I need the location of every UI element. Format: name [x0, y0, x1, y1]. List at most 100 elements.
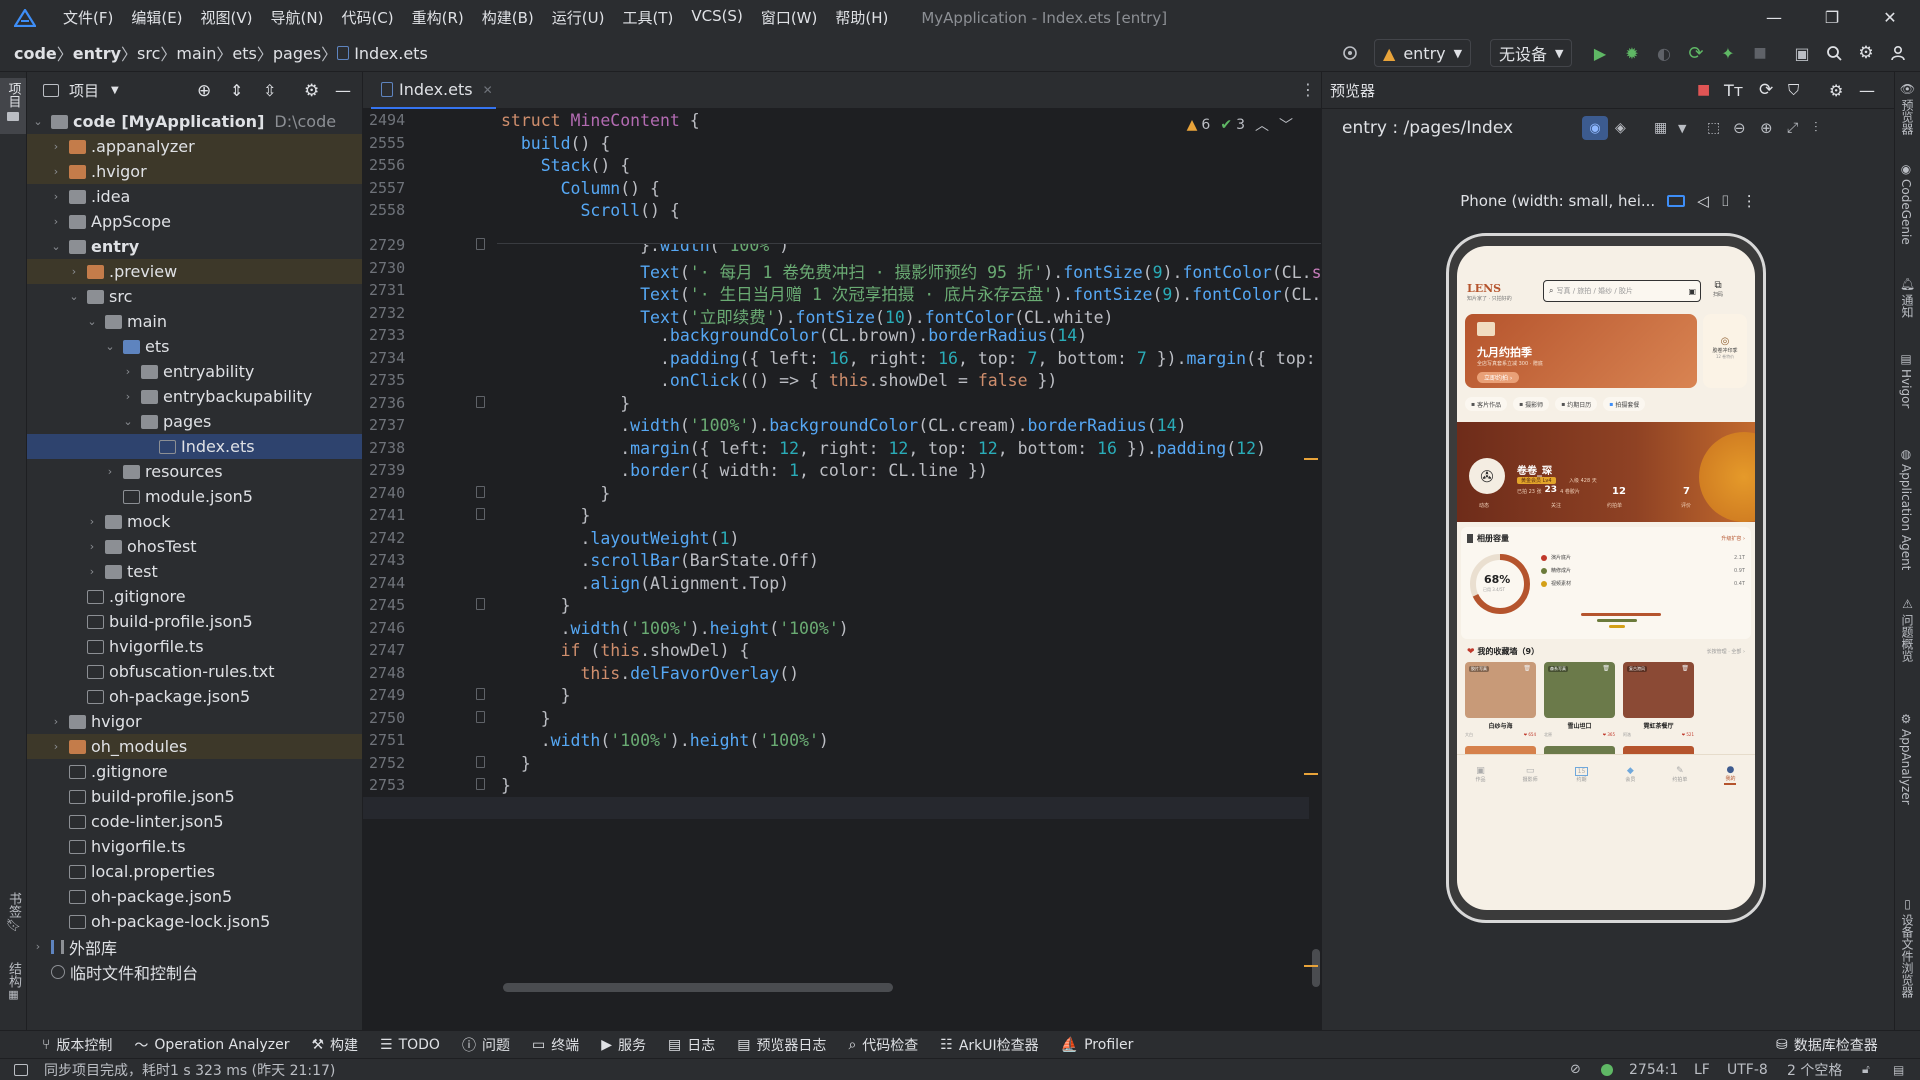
- close-tab-icon[interactable]: ✕: [483, 83, 493, 97]
- right-tool-button[interactable]: 🔔︎ 通知: [1899, 277, 1916, 318]
- code-line[interactable]: Text('· 生日当月赠 1 次冠享拍摄 · 底片永存云盘').fontSiz…: [501, 281, 1321, 305]
- code-line[interactable]: }: [501, 754, 531, 773]
- menu-item[interactable]: 代码(C): [332, 7, 402, 28]
- menu-item[interactable]: 帮助(H): [826, 7, 897, 28]
- right-tool-button[interactable]: ▤ Hvigor: [1899, 352, 1913, 408]
- tree-item[interactable]: › mock: [27, 509, 362, 534]
- tree-root[interactable]: ⌄ code [MyApplication] D:\code: [27, 109, 362, 134]
- menu-item[interactable]: 构建(B): [473, 7, 543, 28]
- code-line[interactable]: .scrollBar(BarState.Off): [501, 551, 818, 570]
- tree-item[interactable]: › test: [27, 559, 362, 584]
- fold-marker-icon[interactable]: [476, 395, 485, 408]
- tab-item[interactable]: ▣ 作品: [1476, 766, 1486, 783]
- tree-item[interactable]: › .idea: [27, 184, 362, 209]
- hide-panel-icon[interactable]: —: [1859, 81, 1875, 100]
- ruler-icon[interactable]: ⫶: [1814, 120, 1818, 136]
- favorite-card[interactable]: 复古港风 🗑︎ 霓虹茶餐厅 阿洛 ❤ 521: [1623, 662, 1694, 740]
- tab-item[interactable]: ▭ 摄影师: [1523, 766, 1538, 783]
- tree-item[interactable]: module.json5: [27, 484, 362, 509]
- caret-position[interactable]: 2754:1: [1629, 1062, 1678, 1078]
- close-icon[interactable]: ✕: [1861, 0, 1919, 35]
- run-config-dropdown[interactable]: ▲ entry ▼: [1374, 35, 1472, 71]
- code-line[interactable]: .margin({ left: 12, right: 12, top: 12, …: [501, 439, 1266, 458]
- tree-item[interactable]: 临时文件和控制台: [27, 959, 362, 984]
- tree-item[interactable]: ⌄ src: [27, 284, 362, 309]
- account-icon[interactable]: [1886, 35, 1910, 71]
- code-line[interactable]: this.delFavorOverlay(): [501, 664, 799, 683]
- code-line[interactable]: Text('· 每月 1 卷免费冲扫 · 摄影师预约 95 折').fontSi…: [501, 259, 1321, 283]
- bookmarks-tool-button[interactable]: 书签 🔖︎: [4, 892, 23, 932]
- inspect-toggle-icon[interactable]: ◉: [1582, 116, 1608, 140]
- code-line[interactable]: }: [501, 776, 511, 795]
- tree-item[interactable]: ⌄ entry: [27, 234, 362, 259]
- tree-item[interactable]: ⌄ main: [27, 309, 362, 334]
- menu-item[interactable]: 导航(N): [262, 7, 333, 28]
- fold-marker-icon[interactable]: [476, 710, 485, 723]
- category-chip[interactable]: ▪ 摄影师: [1513, 397, 1550, 411]
- tree-item[interactable]: › oh_modules: [27, 734, 362, 759]
- layers-icon[interactable]: ◈: [1615, 120, 1626, 136]
- trash-icon[interactable]: 🗑︎: [1602, 665, 1610, 672]
- menu-item[interactable]: 编辑(E): [122, 7, 191, 28]
- fold-marker-icon[interactable]: [476, 238, 485, 250]
- panel-toggle-icon[interactable]: [14, 1063, 28, 1076]
- avatar[interactable]: ✇: [1469, 458, 1505, 494]
- tool-window-button[interactable]: ⚒ 构建: [311, 1035, 358, 1055]
- tree-item[interactable]: ⌄ ets: [27, 334, 362, 359]
- code-line[interactable]: .width('100%').height('100%'): [501, 731, 829, 750]
- tab-item[interactable]: ◆ 会员: [1625, 766, 1635, 783]
- right-tool-button[interactable]: 👁︎ 预览器: [1899, 82, 1916, 135]
- breadcrumb-item[interactable]: ets: [232, 44, 256, 63]
- code-line[interactable]: .width('100%').backgroundColor(CL.cream)…: [501, 416, 1186, 435]
- options-gear-icon[interactable]: ⚙: [304, 81, 319, 101]
- tree-item[interactable]: local.properties: [27, 859, 362, 884]
- run-icon[interactable]: ▶: [1588, 35, 1612, 71]
- back-icon[interactable]: ◁: [1697, 192, 1709, 210]
- original-size-icon[interactable]: ⤢: [1787, 120, 1798, 136]
- breadcrumb-item[interactable]: pages: [273, 44, 321, 63]
- side-promo-card[interactable]: ◎ 胶卷冲印季 12 卷特价: [1703, 314, 1747, 388]
- code-line[interactable]: }: [501, 686, 571, 705]
- locate-icon[interactable]: ⊕: [197, 81, 211, 101]
- tree-item[interactable]: oh-package.json5: [27, 684, 362, 709]
- fold-marker-icon[interactable]: [476, 485, 485, 498]
- more-vertical-icon[interactable]: ⋮: [1300, 80, 1316, 99]
- tree-item[interactable]: › .appanalyzer: [27, 134, 362, 159]
- refresh-icon[interactable]: ⟳: [1759, 80, 1773, 100]
- project-tool-button[interactable]: 项目: [0, 78, 26, 134]
- code-line[interactable]: Text('立即续费').fontSize(10).fontColor(CL.w…: [501, 304, 1113, 328]
- search-icon[interactable]: [1822, 35, 1846, 71]
- storage-card[interactable]: 相册容量 升级扩容 › 68% 已用 3.4/5T 演片底片 2.1T 精修成片 0.…: [1461, 527, 1751, 639]
- banner-button[interactable]: 立即约拍 ›: [1477, 372, 1520, 383]
- chevron-down-icon[interactable]: ▼: [1678, 122, 1686, 135]
- profile-icon[interactable]: ✦: [1716, 35, 1740, 71]
- file-encoding[interactable]: UTF-8: [1727, 1062, 1768, 1078]
- zoom-out-icon[interactable]: ⊖: [1733, 119, 1746, 137]
- code-editor[interactable]: }.width('100%') Text('· 每月 1 卷免费冲扫 · 摄影师…: [497, 109, 1321, 1030]
- menu-item[interactable]: 视图(V): [192, 7, 262, 28]
- tree-item[interactable]: › hvigor: [27, 709, 362, 734]
- tree-item[interactable]: › .preview: [27, 259, 362, 284]
- member-card[interactable]: ✇ 动态 卷卷_琛 黄金会员 Lv4 入级 428 天 已拍 23 张 23 4…: [1457, 422, 1755, 522]
- settings-gear-icon[interactable]: ⚙: [1829, 81, 1843, 100]
- tree-item[interactable]: obfuscation-rules.txt: [27, 659, 362, 684]
- code-line[interactable]: .align(Alignment.Top): [501, 574, 789, 593]
- tab-index-ets[interactable]: Index.ets ✕: [371, 72, 496, 109]
- code-line[interactable]: .border({ width: 1, color: CL.line }): [501, 461, 988, 480]
- inspection-widget[interactable]: ▲ 6 ✔ 3 ︿ ﹀: [1187, 115, 1293, 135]
- code-line[interactable]: .backgroundColor(CL.brown).borderRadius(…: [501, 326, 1087, 345]
- right-tool-button[interactable]: ◍ Application Agent: [1899, 447, 1913, 570]
- hide-panel-icon[interactable]: —: [335, 81, 351, 100]
- target-icon[interactable]: [1338, 35, 1362, 71]
- grid-icon[interactable]: ▦: [1654, 120, 1667, 136]
- fav-card-row2[interactable]: [1465, 746, 1536, 754]
- tool-window-button[interactable]: ▤ 预览器日志: [737, 1035, 826, 1055]
- tree-item[interactable]: Index.ets: [27, 434, 362, 459]
- tree-item[interactable]: hvigorfile.ts: [27, 834, 362, 859]
- restore-icon[interactable]: ❐: [1803, 0, 1861, 35]
- storage-upgrade-link[interactable]: 升级扩容 ›: [1721, 535, 1745, 542]
- chevron-up-icon[interactable]: ︿: [1255, 115, 1269, 135]
- tab-item[interactable]: ● 我的: [1724, 765, 1737, 785]
- tree-item[interactable]: build-profile.json5: [27, 784, 362, 809]
- minimize-icon[interactable]: —: [1745, 0, 1803, 35]
